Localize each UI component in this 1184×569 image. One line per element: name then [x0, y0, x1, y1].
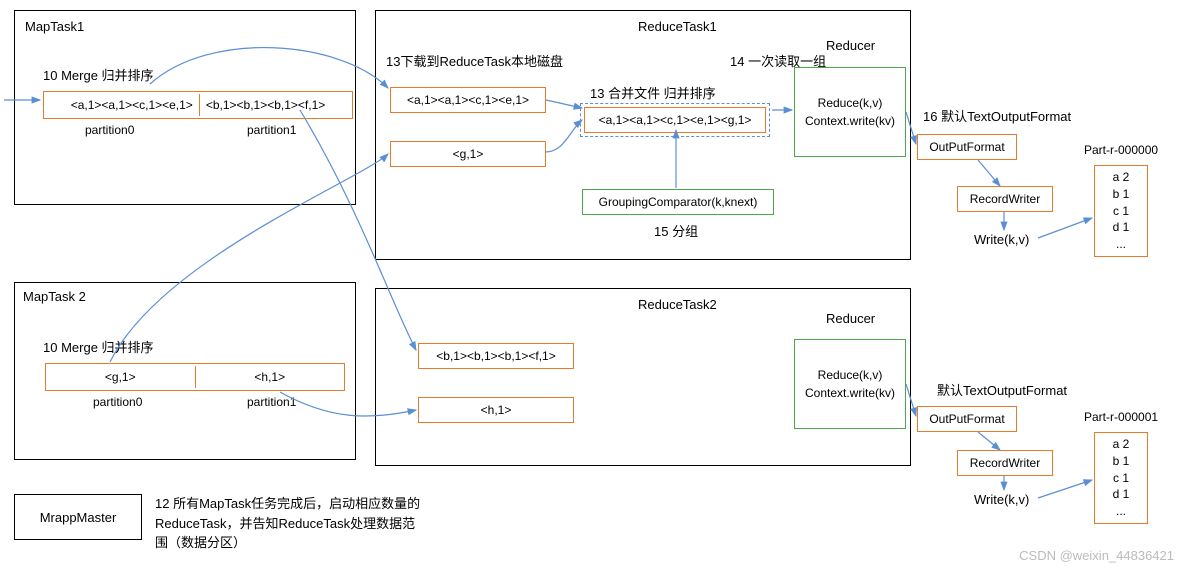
reducetask2-box-h: <h,1>	[418, 397, 574, 423]
reducer2-l1: Reduce(k,v)	[818, 366, 883, 384]
reducer1-title: Reducer	[826, 38, 875, 53]
out2-file: a 2 b 1 c 1 d 1 ...	[1094, 432, 1148, 524]
maptask2-container: MapTask 2 10 Merge 归并排序 <g,1> <h,1> part…	[14, 282, 356, 460]
reducetask1-combined: <a,1><a,1><c,1><e,1><g,1>	[584, 107, 766, 133]
reducetask1-box-a: <a,1><a,1><c,1><e,1>	[390, 87, 546, 113]
reducetask1-container: ReduceTask1 13下载到ReduceTask本地磁盘 14 一次读取一…	[375, 10, 911, 260]
out1-l1: a 2	[1113, 169, 1130, 186]
out2-l1: a 2	[1113, 436, 1130, 453]
mrappmaster-desc: 12 所有MapTask任务完成后，启动相应数量的ReduceTask，并告知R…	[155, 494, 425, 553]
watermark: CSDN @weixin_44836421	[1019, 548, 1174, 563]
maptask2-title: MapTask 2	[23, 289, 93, 304]
reducer2-title: Reducer	[826, 311, 875, 326]
maptask2-part1: <h,1>	[196, 366, 345, 388]
maptask2-partitions: <g,1> <h,1>	[45, 363, 345, 391]
out2-format: OutPutFormat	[917, 406, 1017, 432]
reducetask2-box-b: <b,1><b,1><b,1><f,1>	[418, 343, 574, 369]
mrappmaster-box: MrappMaster	[14, 494, 142, 540]
out2-part-title: Part-r-000001	[1084, 410, 1158, 424]
out1-record-writer: RecordWriter	[957, 186, 1053, 212]
maptask1-container: MapTask1 10 Merge 归并排序 <a,1><a,1><c,1><e…	[14, 10, 356, 205]
out1-file: a 2 b 1 c 1 d 1 ...	[1094, 165, 1148, 257]
maptask1-title: MapTask1	[25, 19, 84, 34]
out2-l5: ...	[1116, 503, 1126, 520]
out1-write: Write(k,v)	[974, 232, 1029, 247]
out1-format: OutPutFormat	[917, 134, 1017, 160]
reducer1-l2: Context.write(kv)	[805, 112, 895, 130]
reducer1-l1: Reduce(k,v)	[818, 94, 883, 112]
reducer2-l2: Context.write(kv)	[805, 384, 895, 402]
maptask1-merge-label: 10 Merge 归并排序	[43, 65, 154, 84]
maptask2-part0: <g,1>	[46, 366, 196, 388]
maptask1-part0: <a,1><a,1><c,1><e,1>	[65, 94, 200, 116]
out1-part-title: Part-r-000000	[1084, 143, 1158, 157]
reducetask2-container: ReduceTask2 <b,1><b,1><b,1><f,1> <h,1> R…	[375, 288, 911, 466]
out2-l4: d 1	[1113, 486, 1130, 503]
out1-l4: d 1	[1113, 219, 1130, 236]
reducetask1-title: ReduceTask1	[638, 19, 717, 34]
reducetask1-box-g: <g,1>	[390, 141, 546, 167]
out2-write: Write(k,v)	[974, 492, 1029, 507]
out2-l3: c 1	[1113, 470, 1129, 487]
reducer2-box: Reduce(k,v) Context.write(kv)	[794, 339, 906, 429]
grouping-comparator: GroupingComparator(k,knext)	[582, 189, 774, 215]
out1-l5: ...	[1116, 236, 1126, 253]
group-label: 15 分组	[654, 221, 698, 240]
maptask2-p1lbl: partition1	[247, 395, 296, 409]
out2-l2: b 1	[1113, 453, 1130, 470]
maptask1-p0lbl: partition0	[85, 123, 134, 137]
out1-l3: c 1	[1113, 203, 1129, 220]
reducer1-box: Reduce(k,v) Context.write(kv)	[794, 67, 906, 157]
maptask1-p1lbl: partition1	[247, 123, 296, 137]
maptask2-p0lbl: partition0	[93, 395, 142, 409]
out2-record-writer: RecordWriter	[957, 450, 1053, 476]
out1-l2: b 1	[1113, 186, 1130, 203]
maptask1-partitions: <a,1><a,1><c,1><e,1> <b,1><b,1><b,1><f,1…	[43, 91, 353, 119]
maptask1-part1: <b,1><b,1><b,1><f,1>	[200, 94, 331, 116]
maptask2-merge-label: 10 Merge 归并排序	[43, 337, 154, 356]
reducetask1-merge: 13 合并文件 归并排序	[590, 83, 716, 102]
out2-format-label: 默认TextOutputFormat	[937, 380, 1067, 399]
reducetask1-download: 13下载到ReduceTask本地磁盘	[386, 51, 563, 70]
out1-format-label: 16 默认TextOutputFormat	[923, 106, 1071, 125]
mrappmaster-title: MrappMaster	[40, 510, 117, 525]
reducetask2-title: ReduceTask2	[638, 297, 717, 312]
